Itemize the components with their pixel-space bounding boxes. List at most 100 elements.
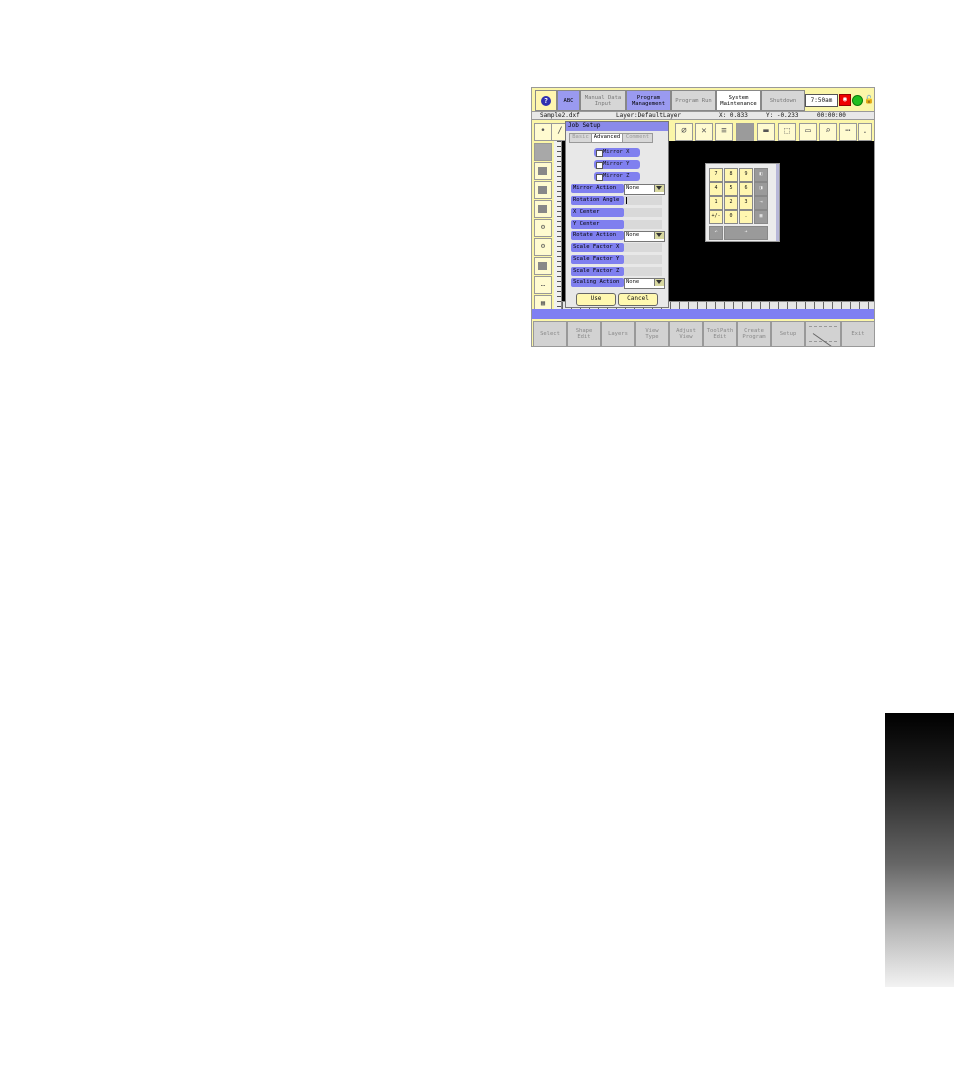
chevron-down-icon <box>654 232 664 239</box>
key-7[interactable]: 7 <box>709 168 723 182</box>
zoom-tool-icon[interactable]: ⌕ <box>819 123 837 141</box>
key-decimal[interactable]: . <box>739 210 753 224</box>
manual-data-input-button[interactable]: Manual Data Input <box>580 90 626 111</box>
cancel-button[interactable]: Cancel <box>618 293 658 306</box>
dialog-title: Job Setup <box>566 122 668 131</box>
program-management-button[interactable]: Program Management <box>626 90 671 111</box>
system-maintenance-button[interactable]: System Maintenance <box>716 90 761 111</box>
checkbox-icon <box>596 174 603 181</box>
tab-advanced[interactable]: Advanced <box>591 133 623 143</box>
key-0[interactable]: 0 <box>724 210 738 224</box>
keypad-scrollbar[interactable] <box>776 164 779 241</box>
box-tool-icon[interactable] <box>534 200 552 218</box>
tab-comment[interactable]: Comment <box>622 133 653 143</box>
emergency-stop-icon[interactable]: ◉ <box>839 94 851 106</box>
delete-tool-icon[interactable]: ✕ <box>695 123 713 141</box>
fill-tool-icon[interactable] <box>736 123 754 141</box>
use-button[interactable]: Use <box>576 293 616 306</box>
rectangle-tool-icon[interactable] <box>534 143 552 161</box>
clear-icon[interactable]: ◨ <box>754 182 768 196</box>
unlock-icon[interactable]: 🔓 <box>864 95 874 104</box>
status-bar <box>532 309 874 319</box>
scale-factor-z-label: Scale Factor Z <box>571 267 624 276</box>
comment-tool-icon[interactable]: ▭ <box>799 123 817 141</box>
diagonal-line-icon <box>809 326 837 342</box>
gear-tool-icon[interactable]: ⚙ <box>534 219 552 237</box>
setup-button[interactable]: Setup <box>771 321 805 346</box>
job-setup-dialog: Job Setup Basic Advanced Comment Mirror … <box>565 121 669 308</box>
mirror-action-label: Mirror Action <box>571 184 624 193</box>
x-center-label: X Center <box>571 208 624 217</box>
status-led-icon <box>852 95 863 106</box>
scale-factor-x-input[interactable] <box>624 243 662 252</box>
shape-edit-button[interactable]: Shape Edit <box>567 321 601 346</box>
key-8[interactable]: 8 <box>724 168 738 182</box>
scaling-action-select[interactable]: None <box>624 278 665 289</box>
y-center-input[interactable] <box>624 220 662 229</box>
chevron-down-icon <box>654 185 664 192</box>
mirror-y-checkbox[interactable]: Mirror Y <box>594 160 640 169</box>
key-9[interactable]: 9 <box>739 168 753 182</box>
point-tool-icon[interactable]: • <box>534 123 552 141</box>
mirror-x-checkbox[interactable]: Mirror X <box>594 148 640 157</box>
backspace-icon[interactable]: ◧ <box>754 168 768 182</box>
scale-factor-x-label: Scale Factor X <box>571 243 624 252</box>
create-program-button[interactable]: Create Program <box>737 321 771 346</box>
key-4[interactable]: 4 <box>709 182 723 196</box>
dots-tool-icon[interactable]: … <box>534 276 552 294</box>
rotation-angle-label: Rotation Angle <box>571 196 624 205</box>
x-center-input[interactable] <box>624 208 662 217</box>
program-run-button[interactable]: Program Run <box>671 90 716 111</box>
left-toolbar: ⚙ ⚙ … ▦ <box>532 141 554 313</box>
mirror-z-checkbox[interactable]: Mirror Z <box>594 172 640 181</box>
undo-icon[interactable]: ↶ <box>709 226 723 240</box>
list-tool-icon[interactable]: ≡ <box>715 123 733 141</box>
pocket-tool-icon[interactable] <box>534 257 552 275</box>
help-button[interactable]: ? <box>535 90 557 111</box>
shutdown-button[interactable]: Shutdown <box>761 90 805 111</box>
key-plus-minus[interactable]: +/- <box>709 210 723 224</box>
x-coordinate: X: 0.833 <box>719 112 748 119</box>
layer-name: Layer:DefaultLayer <box>616 112 682 119</box>
scale-factor-y-input[interactable] <box>624 255 662 264</box>
chevron-down-icon <box>654 279 664 286</box>
more-tool-icon[interactable]: . <box>858 123 872 141</box>
enter-arrow-icon[interactable]: ➔ <box>724 226 768 240</box>
block-tool-icon[interactable] <box>534 181 552 199</box>
grid-tool-icon[interactable]: ⋯ <box>839 123 857 141</box>
scaling-action-label: Scaling Action <box>571 278 624 287</box>
key-6[interactable]: 6 <box>739 182 753 196</box>
shape-tool-icon[interactable] <box>534 162 552 180</box>
key-5[interactable]: 5 <box>724 182 738 196</box>
scale-factor-z-input[interactable] <box>624 267 662 276</box>
scale-factor-y-label: Scale Factor Y <box>571 255 624 264</box>
folder-tool-icon[interactable]: ▬ <box>757 123 775 141</box>
tab-icon[interactable]: ⇥ <box>754 196 768 210</box>
diameter-tool-icon[interactable]: ⌀ <box>675 123 693 141</box>
exit-button[interactable]: Exit <box>841 321 874 346</box>
layers-button[interactable]: Layers <box>601 321 635 346</box>
rotate-action-select[interactable]: None <box>624 231 665 242</box>
cog-tool-icon[interactable]: ⚙ <box>534 238 552 256</box>
y-center-label: Y Center <box>571 220 624 229</box>
select-button[interactable]: Select <box>533 321 567 346</box>
elapsed-time: 00:00:00 <box>817 112 846 119</box>
blank-soft-key[interactable] <box>805 321 841 346</box>
mirror-action-select[interactable]: None <box>624 184 665 195</box>
abc-button[interactable]: ABC <box>557 90 580 111</box>
view-type-button[interactable]: View Type <box>635 321 669 346</box>
key-2[interactable]: 2 <box>724 196 738 210</box>
adjust-view-button[interactable]: Adjust View <box>669 321 703 346</box>
toolpath-edit-button[interactable]: ToolPath Edit <box>703 321 737 346</box>
calculator-icon[interactable]: ▦ <box>754 210 768 224</box>
vertical-ruler <box>554 141 562 309</box>
select-box-tool-icon[interactable]: ⬚ <box>778 123 796 141</box>
checkbox-icon <box>596 162 603 169</box>
checkbox-icon <box>596 150 603 157</box>
cnc-screen: ? ABC Manual Data Input Program Management… <box>531 87 875 347</box>
bottom-toolbar: Select Shape Edit Layers View Type Adjust V… <box>532 319 874 346</box>
key-1[interactable]: 1 <box>709 196 723 210</box>
tab-basic[interactable]: Basic <box>569 133 592 143</box>
key-3[interactable]: 3 <box>739 196 753 210</box>
rotation-angle-input[interactable] <box>624 196 662 205</box>
